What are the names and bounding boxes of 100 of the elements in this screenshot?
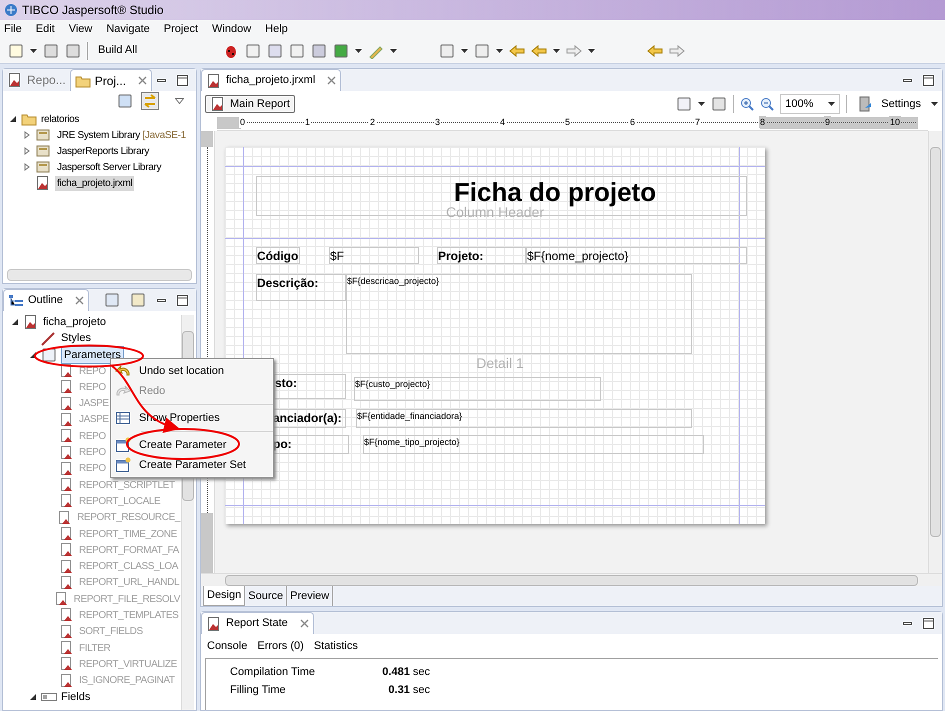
parameter-icon [59,542,75,558]
menu-item[interactable]: File [4,20,22,38]
ruler-label: 1 [304,116,312,128]
library-icon [35,159,51,175]
parameter-icon [59,640,75,656]
ruler-label: 0 [239,116,246,128]
parameter-icon [59,477,75,494]
panel-tab[interactable]: Report State [201,612,314,634]
dropdown-icon [355,48,362,52]
library-icon [35,143,51,159]
link-icon [141,92,159,110]
tree-item[interactable]: JRE System Library [JavaSE-1 [55,128,188,142]
window-title: TIBCO Jaspersoft® Studio [22,2,164,19]
stat-value: 0.481 sec [381,664,430,680]
expanded-icon [11,318,19,326]
console-tab[interactable]: Console [207,638,248,654]
window-plus-icon [115,457,131,473]
menu-item[interactable]: View [68,20,92,38]
close-icon [138,76,148,85]
main-report-button[interactable]: Main Report [205,95,295,113]
dropdown-icon [553,48,560,52]
close-icon [300,619,309,628]
ruler-label: 5 [564,116,572,128]
dropdown-icon [931,102,938,106]
menu-item[interactable]: Help [265,20,288,38]
parameter-icon [59,444,75,461]
properties-icon [115,410,131,426]
horizontal-scrollbar[interactable] [7,269,192,281]
editor-mode-tab[interactable]: Preview [287,586,334,606]
app-icon [4,3,18,17]
ruler-margin [217,117,241,129]
menu-item[interactable]: Undo set location [111,361,273,381]
dropdown-icon [496,48,504,52]
field-label: Código [256,247,300,264]
tree-item[interactable]: Fields [61,688,90,706]
menu-item[interactable]: Create Parameter [111,435,273,455]
close-icon [327,76,336,85]
tree-item[interactable]: JasperReports Library [55,144,152,158]
editor-mode-tab[interactable]: Design [203,586,246,606]
console-tab[interactable]: Statistics [314,638,358,654]
chart-icon [7,72,23,88]
menu-item[interactable]: Navigate [106,20,150,38]
panel-tab[interactable]: Proj... [70,69,152,91]
parameter-icon [59,493,75,510]
parameter-icon [59,428,75,444]
settings-icon [857,96,874,112]
dropdown-icon [461,48,468,52]
panel-tab[interactable]: Outline [3,289,89,311]
field-label: Descrição: [256,274,346,301]
field-label: Projeto: [437,247,526,264]
maximize-icon [177,74,188,86]
ruler-label: 2 [369,116,376,128]
report-title: Ficha do projeto [454,178,656,206]
outline-icon [8,292,24,308]
zoom-in-icon [740,97,754,111]
ruler-label: 10 [889,116,902,128]
console-tab[interactable]: Errors (0) [257,638,304,654]
arrow-left-icon [509,42,526,58]
parameter-icon [59,656,75,672]
library-icon [35,127,51,143]
panel-tab[interactable]: Repo... [3,69,70,91]
horizontal-scrollbar[interactable] [201,573,942,586]
stat-label: Filling Time [230,682,287,698]
fields-icon [41,690,57,703]
arrow-left-icon [531,42,548,58]
menu-item[interactable]: Project [164,20,198,38]
dropdown-icon [698,102,706,106]
tree-item[interactable]: Styles [61,330,91,347]
settings-button[interactable]: Settings [853,96,925,112]
menu-item[interactable]: Edit [36,20,55,38]
dropdown-icon [30,48,37,52]
parameter-icon [59,460,75,477]
ruler-label: 6 [629,116,636,128]
field-label: sto: [274,374,346,399]
zoom-dropdown[interactable]: 100% [780,94,840,114]
arrow-right-icon [566,42,582,58]
ruler-label: 9 [824,116,832,128]
back-arrow-icon [647,42,664,58]
maximize-icon [923,74,934,86]
build-all-button[interactable]: Build All [94,42,142,59]
zoom-out-icon [760,97,774,111]
parameter-icon [59,624,75,640]
close-icon [74,296,84,305]
dropdown-icon [588,48,596,52]
editor-mode-tab[interactable]: Source [245,586,288,606]
editor-tab[interactable]: ficha_projeto.jrxml [201,69,342,91]
tree-item[interactable]: ficha_projeto.jrxml [55,176,134,190]
tree-item[interactable]: relatorios [41,112,80,126]
tree-item[interactable]: Jaspersoft Server Library [55,160,164,174]
stat-value: 0.31 sec [387,682,430,698]
parameter-icon [59,396,75,412]
band-label: Detail 1 [475,355,525,373]
tree-item[interactable]: ficha_projeto [43,314,106,330]
menu-item[interactable]: Window [212,20,252,38]
parameter-icon [59,607,75,624]
menu-item[interactable]: Create Parameter Set [111,455,273,475]
view-menu-icon [175,98,184,104]
vertical-scrollbar[interactable] [928,131,942,573]
stat-label: Compilation Time [230,664,316,680]
parameter-icon [59,672,75,689]
